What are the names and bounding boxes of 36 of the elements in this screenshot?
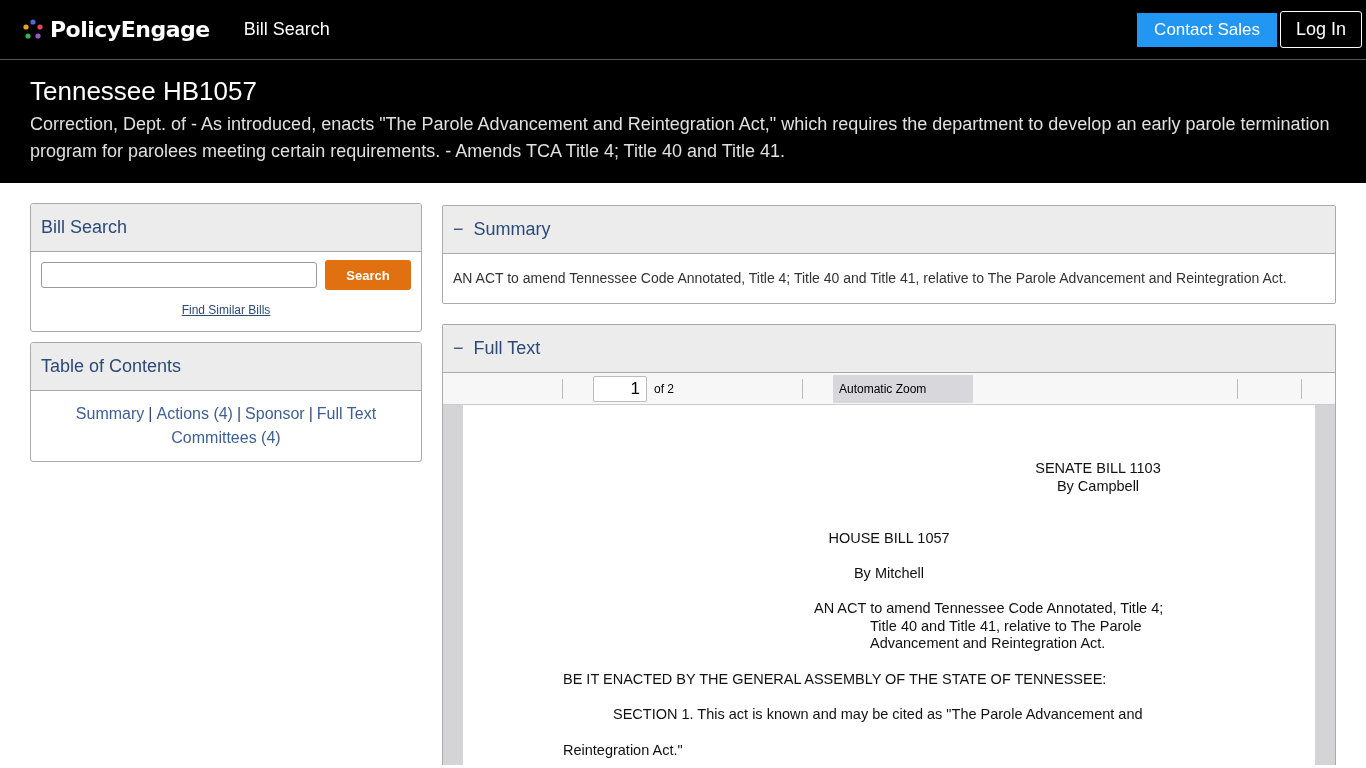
- document-text: Advancement and Reintegration Act.: [870, 635, 1106, 653]
- find-similar-bills-link[interactable]: Find Similar Bills: [181, 303, 271, 317]
- page-number-field[interactable]: 1: [593, 375, 647, 402]
- page-count: of 2: [654, 381, 675, 396]
- bill-title: Tennessee HB1057: [30, 76, 258, 107]
- separator: |: [236, 405, 242, 422]
- toc-link[interactable]: Actions (4): [156, 405, 233, 422]
- panel-title: Bill Search: [31, 204, 421, 252]
- toc-link[interactable]: Committees (4): [171, 429, 281, 446]
- collapse-toggle[interactable]: −: [453, 338, 464, 358]
- document-text: By Campbell: [1055, 477, 1141, 495]
- card-title: Full Text: [473, 338, 541, 358]
- document-text: Title 40 and Title 41, relative to The Parole: [870, 617, 1142, 635]
- summary-text: AN ACT to amend Tennessee Code Annotated, Title 4; Title 40 and Title 41, relative to The Parole Advancement and Reintegration Act.: [452, 269, 1288, 288]
- search-field[interactable]: [41, 262, 317, 288]
- document-text: SENATE BILL 1103: [1034, 460, 1162, 478]
- document-text: SECTION 1. This act is known and may be cited as "The Parole Advancement and: [613, 706, 1144, 724]
- brand-name[interactable]: PolicyEngage: [50, 17, 210, 42]
- zoom-select[interactable]: Automatic Zoom: [833, 374, 973, 403]
- logo-icon: [22, 18, 44, 41]
- document-text: By Mitchell: [852, 564, 926, 582]
- separator: |: [148, 405, 153, 422]
- card-title: Summary: [473, 219, 551, 239]
- document-text: Reintegration Act.": [563, 741, 684, 759]
- document-text: HOUSE BILL 1057: [827, 530, 951, 548]
- collapse-toggle[interactable]: −: [453, 219, 464, 239]
- bill-description: Correction, Dept. of - As introduced, enacts "The Parole Advancement and Reintegration Act," which requires the department to develop an early parole termination program for parolees meeting certain requirements. - Amends TCA Title 4; Title 40 and Title 41.: [30, 113, 1331, 163]
- panel-title: Table of Contents: [31, 343, 421, 391]
- nav-link[interactable]: Bill Search: [243, 19, 330, 40]
- log-in-button[interactable]: Log In: [1279, 11, 1362, 48]
- document-text: BE IT ENACTED BY THE GENERAL ASSEMBLY OF THE STATE OF TENNESSEE:: [563, 670, 1108, 688]
- separator: |: [308, 405, 313, 422]
- toc-link[interactable]: Summary: [75, 405, 145, 422]
- toc-link[interactable]: Sponsor: [245, 405, 305, 422]
- document-text: AN ACT to amend Tennessee Code Annotated, Title 4;: [814, 600, 1164, 618]
- toc-link[interactable]: Full Text: [316, 405, 377, 422]
